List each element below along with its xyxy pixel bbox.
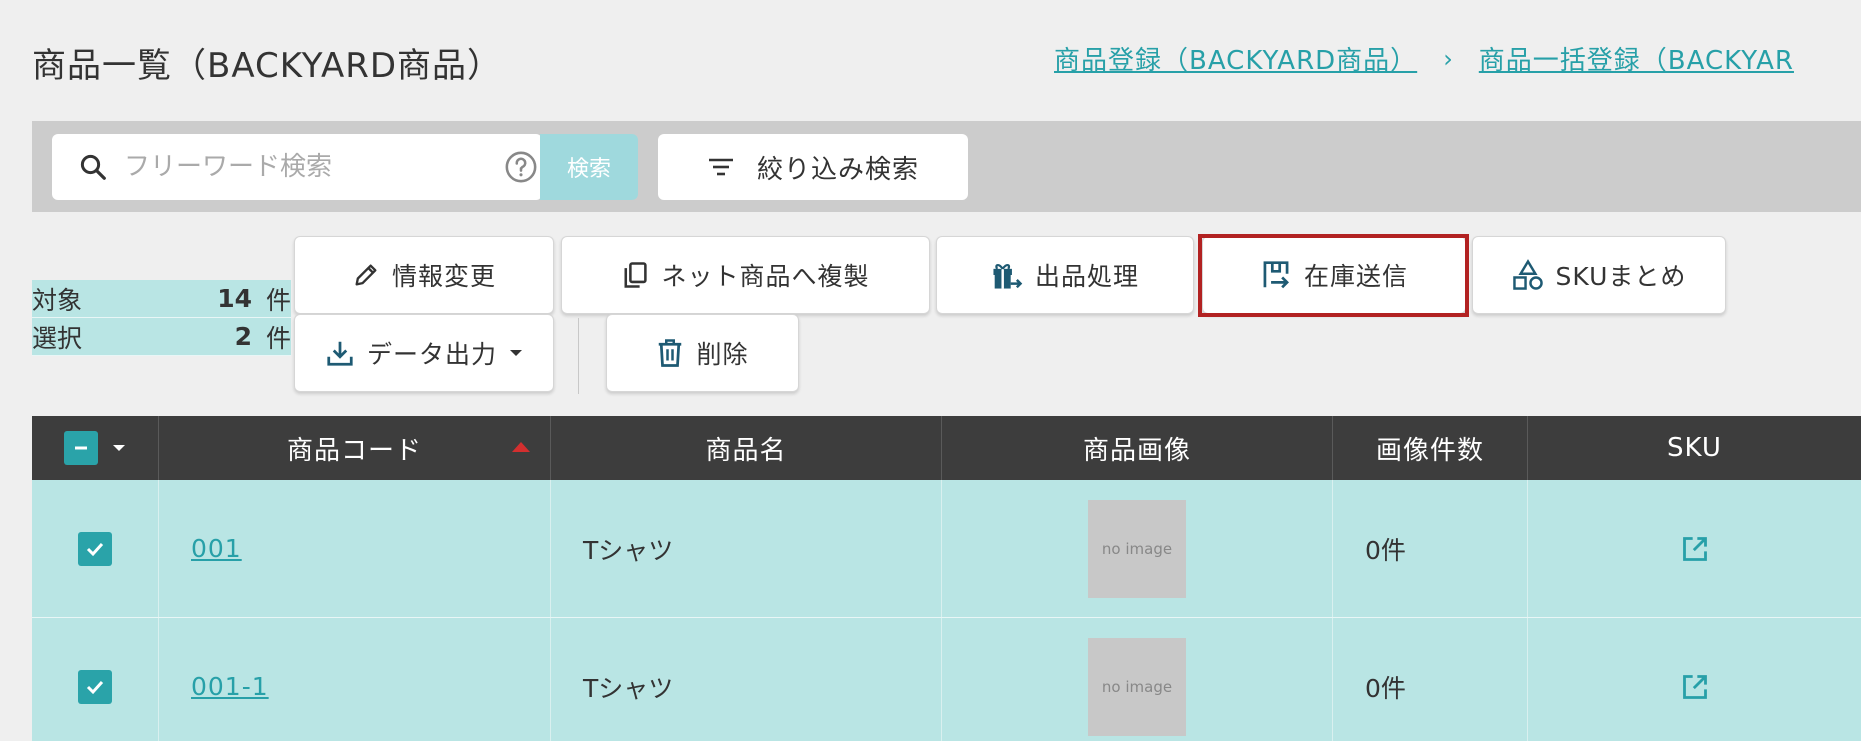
no-image-placeholder: no image <box>1088 637 1186 736</box>
column-header-name[interactable]: 商品名 <box>551 416 942 480</box>
column-header-sku[interactable]: SKU <box>1528 416 1861 480</box>
download-icon <box>327 341 353 366</box>
selected-count-unit: 件 <box>266 323 292 353</box>
check-icon <box>86 542 104 556</box>
selected-count-label: 選択 <box>32 323 83 353</box>
product-image-cell: no image <box>942 618 1333 741</box>
pencil-icon <box>355 264 377 286</box>
breadcrumb-link-bulk-register[interactable]: 商品一括登録（BACKYAR <box>1479 40 1794 77</box>
filter-search-label: 絞り込み検索 <box>756 154 919 185</box>
help-icon[interactable] <box>504 150 538 184</box>
column-header-image[interactable]: 商品画像 <box>942 416 1333 480</box>
sku-merge-button[interactable]: SKUまとめ <box>1472 236 1726 314</box>
product-image-cell: no image <box>942 480 1333 617</box>
column-header-image-count[interactable]: 画像件数 <box>1333 416 1528 480</box>
trash-icon <box>659 339 682 367</box>
external-link-icon[interactable] <box>1681 535 1709 563</box>
listing-button[interactable]: 出品処理 <box>936 236 1194 314</box>
select-all-checkbox[interactable] <box>64 431 98 465</box>
search-icon <box>80 154 106 180</box>
row-checkbox[interactable] <box>78 669 112 704</box>
target-count-unit: 件 <box>266 285 292 315</box>
table-row: 001 Tシャツ no image 0件 <box>32 480 1861 618</box>
breadcrumb-link-register[interactable]: 商品登録（BACKYARD商品） <box>1054 40 1417 77</box>
export-data-label: データ出力 <box>366 340 497 369</box>
check-icon <box>86 680 104 694</box>
caret-down-icon <box>510 350 522 356</box>
external-link-icon[interactable] <box>1681 673 1709 701</box>
product-code-link[interactable]: 001-1 <box>191 672 269 701</box>
product-table: 商品コード 商品名 商品画像 画像件数 SKU 001 Tシャツ no imag… <box>32 416 1861 741</box>
copy-to-net-button[interactable]: ネット商品へ複製 <box>561 236 930 314</box>
product-code-link[interactable]: 001 <box>191 534 242 563</box>
target-count-row: 対象 14 件 <box>32 280 292 318</box>
table-header: 商品コード 商品名 商品画像 画像件数 SKU <box>32 416 1861 480</box>
gift-send-icon <box>993 264 1023 289</box>
listing-label: 出品処理 <box>1034 262 1139 291</box>
minus-icon <box>75 446 87 450</box>
delete-label: 削除 <box>696 340 749 369</box>
column-header-code-label: 商品コード <box>286 435 422 466</box>
selected-count-row: 選択 2 件 <box>32 318 292 356</box>
select-all-header[interactable] <box>32 416 159 480</box>
sku-cell <box>1528 618 1861 741</box>
export-data-button[interactable]: データ出力 <box>294 314 554 392</box>
sort-asc-icon <box>512 442 530 452</box>
no-image-placeholder: no image <box>1088 499 1186 598</box>
product-code-cell: 001 <box>159 480 551 617</box>
product-name-cell: Tシャツ <box>551 618 942 741</box>
copy-icon <box>624 262 648 288</box>
image-count-cell: 0件 <box>1333 480 1528 617</box>
page-title: 商品一覧（BACKYARD商品） <box>32 46 503 86</box>
search-button[interactable]: 検索 <box>540 134 638 200</box>
filter-search-button[interactable]: 絞り込み検索 <box>658 134 968 200</box>
table-row: 001-1 Tシャツ no image 0件 <box>32 618 1861 741</box>
target-count-value: 14 <box>217 284 252 313</box>
result-counts: 対象 14 件 選択 2 件 <box>32 280 292 356</box>
product-name-cell: Tシャツ <box>551 480 942 617</box>
search-bar: 検索 絞り込み検索 <box>32 121 1861 212</box>
divider <box>578 318 579 394</box>
image-count-cell: 0件 <box>1333 618 1528 741</box>
row-select-cell <box>32 618 159 741</box>
chevron-down-icon[interactable] <box>112 443 126 453</box>
edit-info-label: 情報変更 <box>391 262 496 291</box>
breadcrumb: 商品登録（BACKYARD商品） › 商品一括登録（BACKYAR <box>1054 40 1794 77</box>
sku-cell <box>1528 480 1861 617</box>
product-code-cell: 001-1 <box>159 618 551 741</box>
edit-info-button[interactable]: 情報変更 <box>294 236 554 314</box>
highlight-box <box>1198 234 1469 317</box>
search-input[interactable] <box>124 146 464 188</box>
selected-count-value: 2 <box>234 322 252 351</box>
filter-icon <box>708 158 733 176</box>
target-count-label: 対象 <box>32 285 83 315</box>
breadcrumb-separator: › <box>1443 44 1453 73</box>
shapes-icon <box>1512 259 1543 290</box>
copy-to-net-label: ネット商品へ複製 <box>661 262 870 291</box>
column-header-code[interactable]: 商品コード <box>159 416 551 480</box>
sku-merge-label: SKUまとめ <box>1555 262 1687 291</box>
row-select-cell <box>32 480 159 617</box>
delete-button[interactable]: 削除 <box>606 314 799 392</box>
row-checkbox[interactable] <box>78 531 112 566</box>
search-box <box>52 134 542 200</box>
